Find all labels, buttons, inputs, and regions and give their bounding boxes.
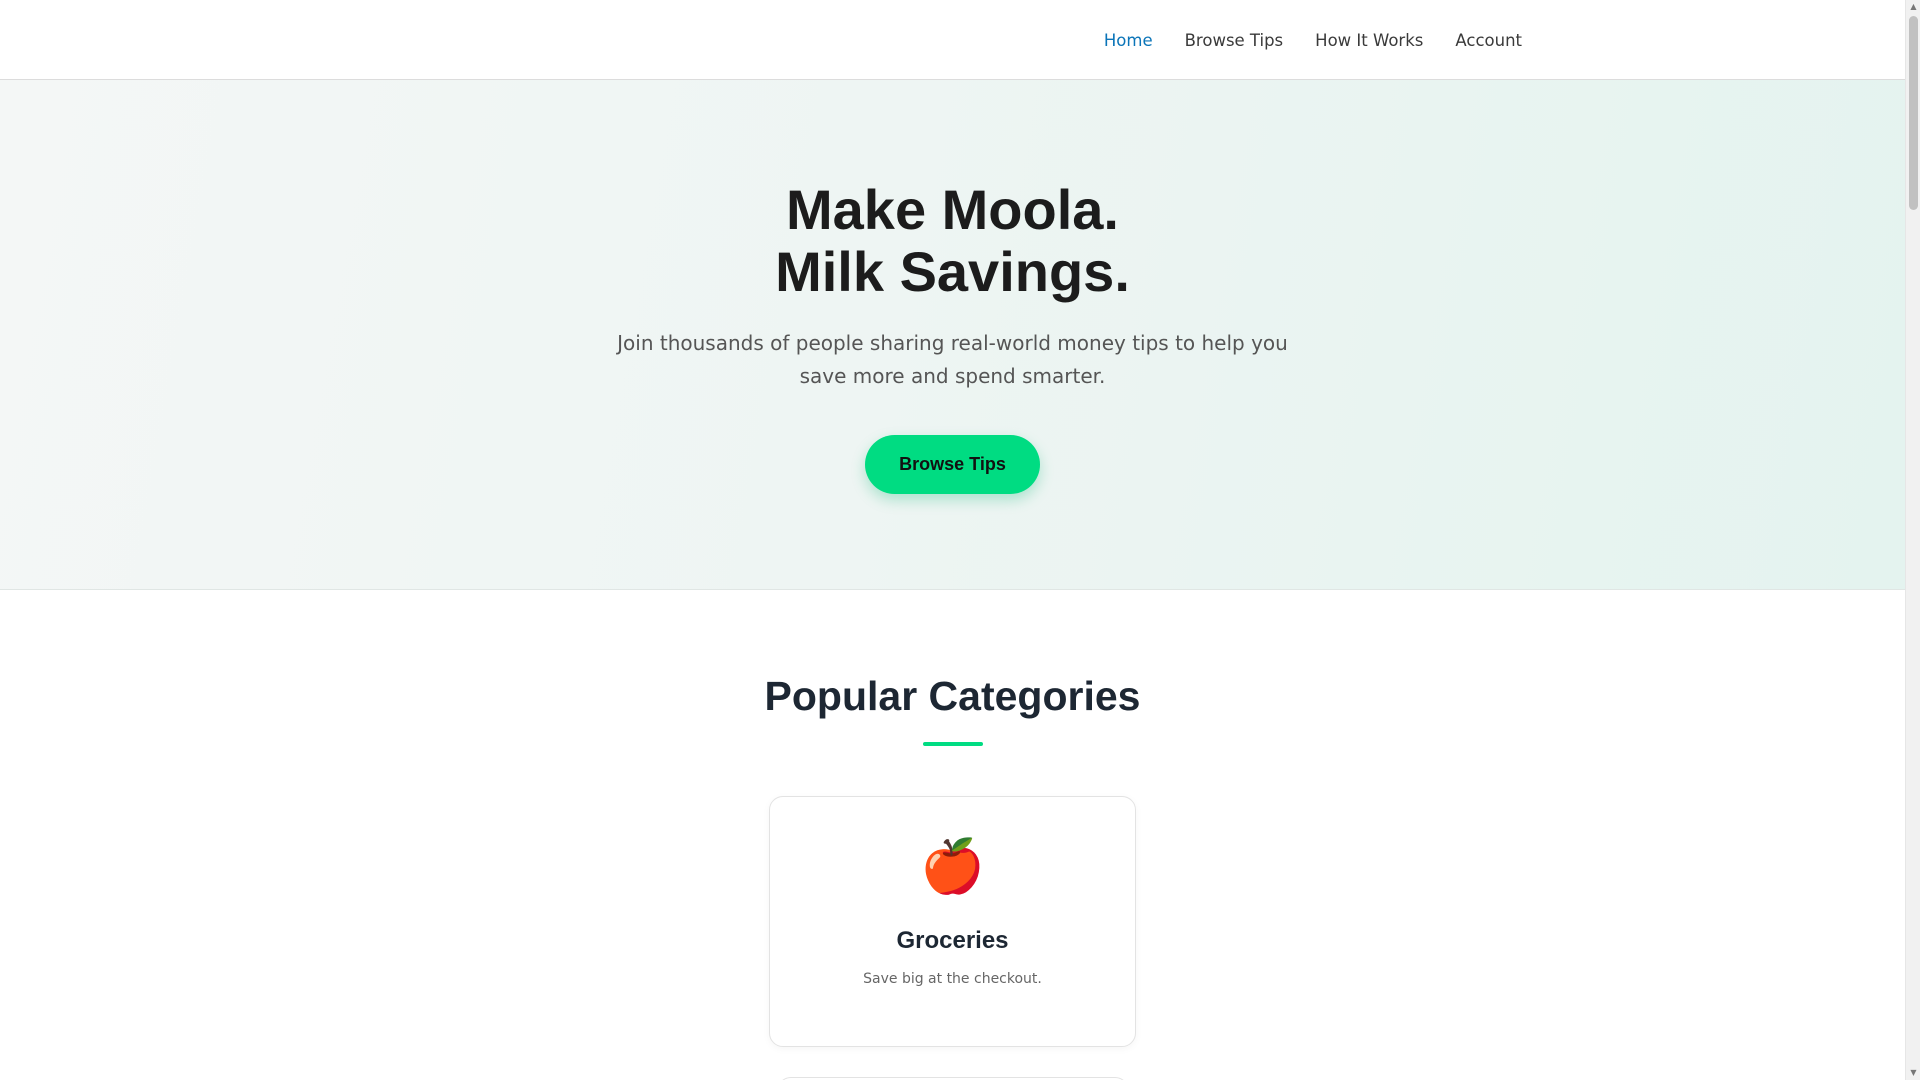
browse-tips-button[interactable]: Browse Tips xyxy=(865,435,1040,494)
scrollbar-thumb[interactable] xyxy=(1909,16,1918,210)
hero-subtitle: Join thousands of people sharing real-wo… xyxy=(617,331,1288,388)
hero-title-line1: Make Moola. xyxy=(786,178,1119,241)
apple-icon: 🍎 xyxy=(920,838,985,896)
nav-browse-tips-link[interactable]: Browse Tips xyxy=(1169,31,1300,50)
category-description: Save big at the checkout. xyxy=(863,971,1042,987)
page: Home Browse Tips How It Works Account Ma… xyxy=(0,0,1905,1080)
hero-section: Make Moola. Milk Savings. Join thousands… xyxy=(0,80,1905,590)
category-card-groceries[interactable]: 🍎 Groceries Save big at the checkout. xyxy=(769,796,1136,1047)
site-header: Home Browse Tips How It Works Account xyxy=(0,0,1905,80)
main-nav: Home Browse Tips How It Works Account xyxy=(1088,0,1538,80)
categories-section: Popular Categories 🍎 Groceries Save big … xyxy=(0,590,1905,1080)
scroll-up-arrow-icon[interactable]: ▲ xyxy=(1906,0,1920,14)
categories-heading: Popular Categories xyxy=(764,673,1141,719)
hero-title-line2: Milk Savings. xyxy=(775,240,1130,303)
nav-home-link[interactable]: Home xyxy=(1088,31,1169,50)
nav-how-it-works-link[interactable]: How It Works xyxy=(1299,31,1439,50)
scroll-down-arrow-icon[interactable]: ▼ xyxy=(1906,1066,1920,1080)
nav-account-link[interactable]: Account xyxy=(1439,31,1538,50)
heading-accent-bar xyxy=(922,742,983,746)
category-title: Groceries xyxy=(896,927,1009,954)
page-scrollbar[interactable]: ▲ ▼ xyxy=(1905,0,1920,1080)
hero-title: Make Moola. Milk Savings. xyxy=(0,179,1905,303)
